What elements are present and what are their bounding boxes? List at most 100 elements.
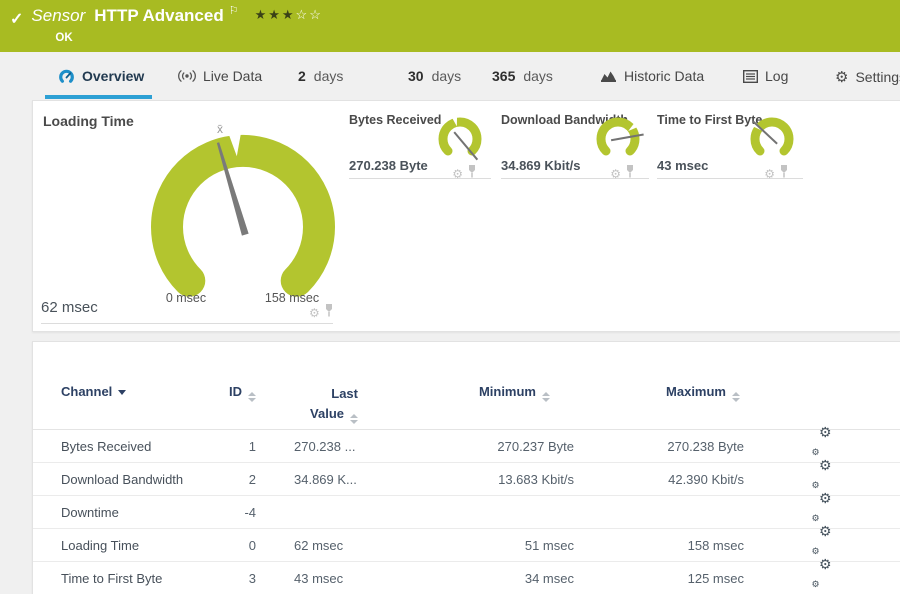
channel-settings-icon[interactable]: ⚙ ⚙ [812, 524, 832, 556]
channel-name[interactable]: Time to First Byte [61, 562, 213, 594]
channel-maximum: 158 msec [687, 538, 744, 553]
gauge-settings-gear-icon[interactable]: ⚙ [452, 168, 463, 180]
channel-minimum: 13.683 Kbit/s [498, 472, 574, 487]
historic-chart-icon [600, 69, 617, 83]
primary-gauge-title: Loading Time [43, 113, 134, 129]
tab-log[interactable]: Log [743, 68, 788, 84]
table-row: Bytes Received 1 270.238 ... 270.237 Byt… [33, 425, 900, 463]
tab-number: 30 [408, 68, 424, 84]
channel-id: 1 [248, 439, 256, 454]
tab-365-days[interactable]: 365 days [492, 68, 553, 84]
tab-number: 365 [492, 68, 516, 84]
sensor-title: HTTP Advanced [94, 6, 224, 25]
gauge-scale-max: 158 msec [264, 291, 320, 305]
gear-icon: ⚙ [835, 69, 849, 86]
tab-live-data[interactable]: Live Data [178, 68, 262, 84]
mini-gauge-bytes-received: Bytes Received 270.238 Byte ⚙ [349, 113, 491, 180]
stars-filled[interactable]: ★★★ [255, 7, 296, 22]
channel-settings-icon[interactable]: ⚙ ⚙ [812, 425, 832, 457]
gauge-settings-gear-icon[interactable]: ⚙ [610, 168, 621, 180]
sort-arrows-icon [350, 413, 358, 424]
gauge-settings-gear-icon[interactable]: ⚙ [764, 168, 775, 180]
time-to-first-byte-gauge [750, 117, 794, 156]
tab-30-days[interactable]: 30 days [408, 68, 461, 84]
channel-name[interactable]: Loading Time [61, 529, 213, 562]
channel-id: -4 [244, 505, 256, 520]
channel-minimum: 51 msec [524, 538, 574, 553]
tab-label: Settings [855, 69, 900, 85]
channel-minimum: 34 msec [524, 571, 574, 586]
tab-label: Live Data [203, 68, 263, 84]
divider [41, 323, 333, 324]
stars-empty[interactable]: ☆☆ [296, 7, 323, 22]
sort-arrows-icon [542, 392, 550, 402]
priority-flag-icon[interactable]: ⚐ [229, 4, 239, 17]
table-row: Loading Time 0 62 msec 51 msec 158 msec … [33, 524, 900, 562]
channel-settings-icon[interactable]: ⚙ ⚙ [812, 557, 832, 589]
channel-last-value: 34.869 K... [294, 472, 357, 487]
channel-maximum: 270.238 Byte [667, 439, 744, 454]
tab-overview[interactable]: Overview [44, 68, 153, 99]
column-header-id[interactable]: ID [213, 384, 256, 402]
mini-gauge-value: 270.238 Byte [349, 158, 428, 173]
column-header-last-value[interactable]: Last Value [256, 384, 404, 424]
channel-table-panel: Channel ID Last Value Minimum Maximum By… [32, 341, 900, 594]
log-icon [743, 69, 758, 83]
sort-caret-down-icon [118, 390, 127, 395]
tab-label: Historic Data [624, 68, 705, 84]
download-bandwidth-gauge [596, 117, 644, 156]
channel-name[interactable]: Downtime [61, 496, 213, 529]
table-header-row: Channel ID Last Value Minimum Maximum [33, 380, 900, 430]
channel-maximum: 42.390 Kbit/s [668, 472, 744, 487]
tab-label: Log [765, 68, 789, 84]
tab-2-days[interactable]: 2 days [298, 68, 343, 84]
tab-label: days [313, 68, 344, 84]
channel-maximum: 125 msec [687, 571, 744, 586]
mini-gauge-value: 34.869 Kbit/s [501, 158, 581, 173]
gauge-pin-icon[interactable] [625, 165, 635, 183]
channel-last-value: 270.238 ... [294, 439, 356, 454]
table-row: Downtime -4 ⚙ ⚙ [33, 491, 900, 529]
channel-id: 0 [248, 538, 256, 553]
live-data-icon [178, 69, 196, 83]
mini-gauge-value: 43 msec [657, 158, 709, 173]
gauge-pin-icon[interactable] [467, 165, 477, 183]
column-header-channel[interactable]: Channel [61, 384, 213, 399]
channel-name[interactable]: Download Bandwidth [61, 463, 213, 496]
bytes-received-gauge [438, 117, 482, 161]
primary-gauge-value: 62 msec [41, 299, 98, 316]
channel-settings-icon[interactable]: ⚙ ⚙ [812, 491, 832, 523]
mini-gauge-download-bandwidth: Download Bandwidth 34.869 Kbit/s ⚙ [501, 113, 649, 180]
table-row: Time to First Byte 3 43 msec 34 msec 125… [33, 557, 900, 594]
channel-name[interactable]: Bytes Received [61, 430, 213, 463]
tab-label: days [431, 68, 462, 84]
gauge-pin-icon[interactable] [324, 304, 334, 322]
priority-stars[interactable]: ★★★☆☆ [255, 7, 323, 23]
loading-time-gauge: x̄ [151, 122, 335, 297]
tab-number: 2 [298, 68, 306, 84]
table-row: Download Bandwidth 2 34.869 K... 13.683 … [33, 458, 900, 496]
sensor-header: ✓ Sensor HTTP Advanced ⚐ ★★★☆☆ OK [0, 0, 900, 52]
prtg-sensor-page: ✓ Sensor HTTP Advanced ⚐ ★★★☆☆ OK Overvi… [0, 0, 900, 594]
sensor-status-badge: OK [55, 32, 73, 44]
tab-label: Overview [82, 68, 145, 84]
tab-label: days [523, 68, 553, 84]
column-header-maximum[interactable]: Maximum [574, 384, 744, 402]
channel-settings-icon[interactable]: ⚙ ⚙ [812, 458, 832, 490]
column-header-minimum[interactable]: Minimum [404, 384, 574, 402]
channel-id: 2 [248, 472, 256, 487]
object-kind-label: Sensor [31, 6, 86, 25]
channel-minimum: 270.237 Byte [497, 439, 574, 454]
status-check-icon: ✓ [10, 11, 24, 28]
gauges-panel: Loading Time x̄ 0 msec 158 msec 62 msec … [32, 100, 900, 332]
gauge-scale-min: 0 msec [165, 291, 207, 305]
mini-gauge-time-to-first-byte: Time to First Byte 43 msec ⚙ [657, 113, 803, 180]
average-marker: x̄ [217, 122, 223, 136]
gauge-icon [58, 69, 75, 84]
tab-historic-data[interactable]: Historic Data [600, 68, 704, 84]
gauge-settings-gear-icon[interactable]: ⚙ [309, 307, 320, 319]
tab-settings[interactable]: ⚙ Settings [835, 68, 900, 86]
sort-arrows-icon [732, 392, 740, 402]
gauge-pin-icon[interactable] [779, 165, 789, 183]
channel-id: 3 [248, 571, 256, 586]
